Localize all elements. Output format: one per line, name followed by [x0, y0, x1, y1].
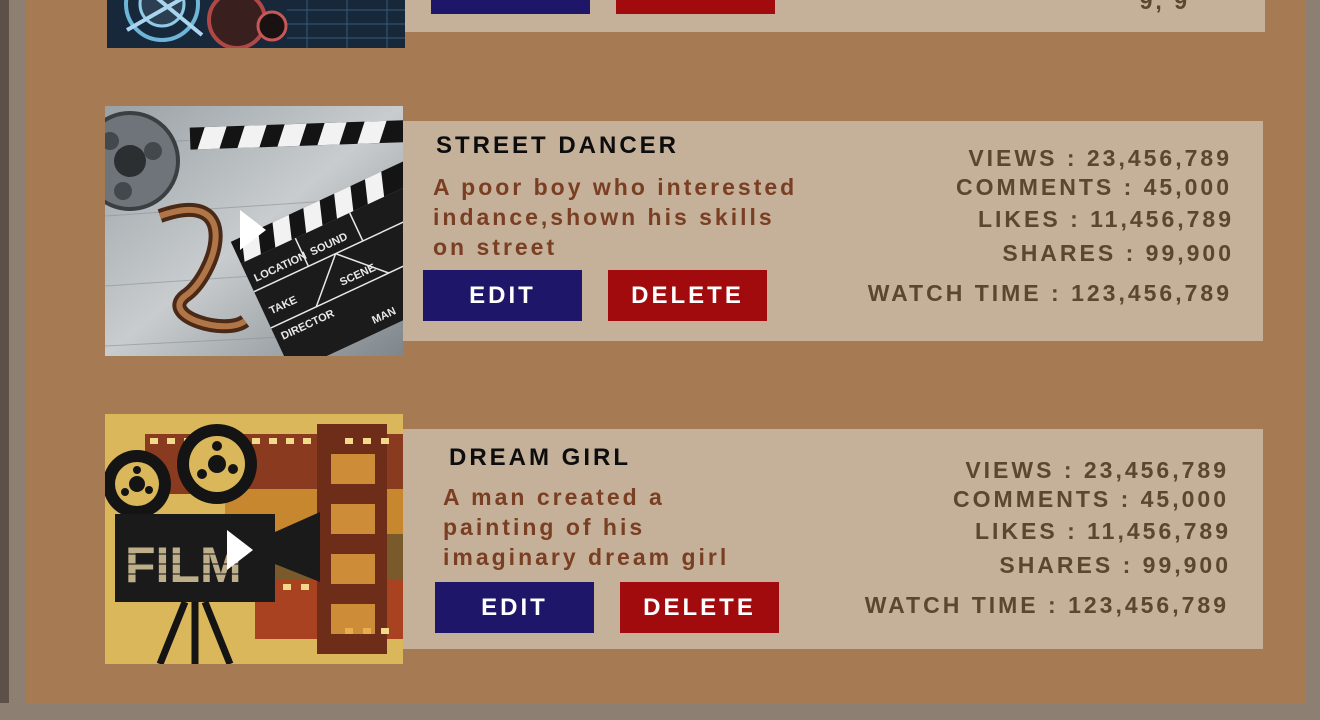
shares-stat: SHARES : 99,900 [1002, 240, 1234, 266]
description-line: imaginary dream girl [443, 544, 730, 570]
delete-button[interactable]: DELETE [608, 270, 767, 321]
play-icon[interactable] [227, 530, 253, 570]
left-edge [0, 0, 9, 720]
edit-button[interactable]: EDIT [423, 270, 582, 321]
delete-button[interactable]: DELETE [620, 582, 779, 633]
delete-button-previous[interactable] [616, 0, 775, 14]
edit-button[interactable]: EDIT [435, 582, 594, 633]
video-description: A man created a painting of his imaginar… [443, 482, 729, 572]
watch-time-stat: WATCH TIME : 123,456,789 [867, 280, 1232, 306]
edit-button-previous[interactable] [431, 0, 590, 14]
description-line: indance,shown his skills [433, 204, 775, 230]
video-thumbnail[interactable]: FILM [105, 414, 403, 664]
video-title: DREAM GIRL [449, 444, 631, 471]
views-stat: VIEWS : 23,456,789 [968, 145, 1232, 171]
projector-reel-icon [107, 0, 405, 48]
bottom-edge [0, 703, 1320, 720]
comments-stat: COMMENTS : 45,000 [956, 174, 1232, 200]
likes-stat: LIKES : 11,456,789 [977, 206, 1234, 232]
description-line: A poor boy who interested [433, 174, 798, 200]
description-line: A man created a [443, 484, 665, 510]
shares-stat: SHARES : 99,900 [999, 552, 1231, 578]
description-line: on street [433, 234, 558, 260]
video-thumbnail[interactable]: LOCATION SOUND TAKE SCENE DIRECTOR MAN [105, 106, 403, 356]
video-title: STREET DANCER [436, 132, 680, 159]
description-line: painting of his [443, 514, 646, 540]
video-description: A poor boy who interested indance,shown … [433, 172, 797, 262]
stat-partial-previous: 9, 9 [1139, 0, 1190, 14]
video-thumbnail-previous[interactable] [107, 0, 405, 48]
views-stat: VIEWS : 23,456,789 [965, 457, 1229, 483]
play-icon[interactable] [240, 210, 266, 250]
likes-stat: LIKES : 11,456,789 [974, 518, 1231, 544]
comments-stat: COMMENTS : 45,000 [953, 486, 1229, 512]
watch-time-stat: WATCH TIME : 123,456,789 [864, 592, 1229, 618]
film-camera-icon: FILM [105, 414, 403, 664]
film-lettering: FILM [125, 537, 242, 593]
